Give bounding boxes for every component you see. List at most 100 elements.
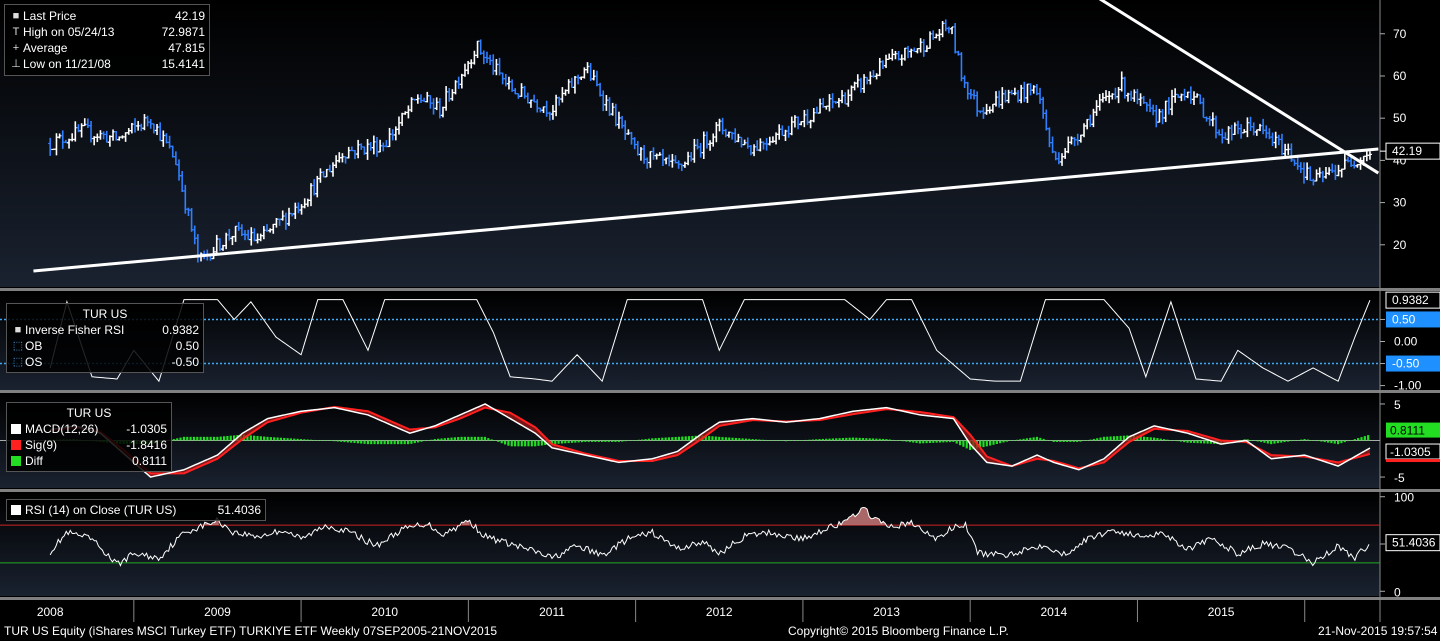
macd-diff-bar [196, 436, 199, 441]
fisher-legend: TUR US ■ Inverse Fisher RSI 0.9382 ⬚ OB 0.50… [6, 303, 204, 373]
macd-diff-bar [470, 436, 473, 441]
macd-diff-bar [758, 439, 761, 441]
macd-diff-label: 0.8111 [1390, 424, 1425, 438]
macd-diff-bar [1270, 440, 1273, 445]
macd-diff-bar [1276, 440, 1279, 444]
macd-diff-bar [179, 437, 182, 441]
last-price-label: 42.19 [1392, 144, 1422, 158]
legend-symbol: ■ [12, 10, 20, 22]
macd-diff-bar [958, 440, 962, 446]
macd-diff-bar [1173, 440, 1176, 441]
macd-diff-bar [597, 440, 600, 442]
macd-diff-bar [293, 438, 296, 441]
macd-diff-bar [296, 438, 299, 441]
macd-diff-bar [1149, 437, 1152, 441]
macd-diff-bar [895, 440, 898, 441]
fisher-legend-row: ⬚ OB 0.50 [11, 338, 199, 354]
macd-diff-bar [517, 440, 520, 447]
macd-diff-bar [1253, 440, 1256, 441]
legend-label: Average [23, 41, 68, 55]
macd-diff-bar [279, 437, 283, 441]
price-legend: ■ Last Price 42.19 T High on 05/24/13 72.987… [4, 4, 210, 76]
macd-diff-bar [898, 440, 901, 441]
macd-diff-bar [249, 435, 252, 441]
legend-label: High on 05/24/13 [23, 25, 115, 39]
macd-diff-bar [420, 440, 423, 442]
macd-diff-bar [671, 437, 674, 441]
macd-diff-bar [684, 436, 687, 441]
legend-symbol: ⬚ [12, 356, 24, 368]
macd-diff-bar [858, 437, 861, 441]
macd-diff-bar [577, 440, 580, 443]
macd-diff-bar [1005, 440, 1008, 442]
macd-diff-bar [530, 440, 533, 447]
macd-diff-bar [1286, 440, 1289, 442]
macd-diff-bar [791, 440, 794, 441]
macd-diff-bar [962, 440, 965, 447]
macd-diff-bar [383, 440, 386, 445]
legend-label: Sig(9) [25, 438, 58, 452]
macd-diff-bar [1273, 440, 1276, 444]
macd-diff-bar [206, 436, 209, 441]
macd-diff-bar [647, 438, 651, 441]
macd-diff-bar [744, 438, 748, 441]
macd-diff-bar [1266, 440, 1269, 444]
macd-diff-bar [1353, 439, 1356, 441]
macd-diff-bar [273, 437, 276, 441]
macd-diff-bar [1196, 440, 1199, 444]
fisher-y-tick-label: 0.00 [1394, 335, 1418, 349]
macd-diff-bar [209, 436, 212, 441]
macd-diff-bar [1062, 440, 1065, 442]
macd-diff-bar [784, 440, 788, 442]
macd-diff-bar [1146, 436, 1149, 441]
macd-diff-bar [838, 438, 841, 441]
x-axis-label: 2012 [706, 605, 733, 619]
fisher-ob-label: 0.50 [1392, 312, 1416, 326]
macd-diff-bar [323, 440, 326, 441]
macd-legend-row: MACD(12,26) -1.0305 [11, 421, 167, 437]
rsi-y-tick-label: 100 [1394, 491, 1414, 505]
macd-diff-bar [1333, 440, 1336, 444]
macd-diff-bar [918, 440, 921, 444]
macd-diff-bar [380, 440, 383, 445]
macd-diff-bar [1002, 440, 1005, 443]
legend-label: OB [25, 339, 43, 353]
footer-right: 21-Nov-2015 19:57:54 [1318, 624, 1438, 638]
macd-diff-bar [343, 440, 346, 443]
macd-diff-bar [641, 439, 644, 441]
macd-diff-bar [999, 440, 1002, 444]
macd-diff-bar [828, 438, 831, 441]
macd-diff-bar [286, 438, 289, 441]
legend-label: Inverse Fisher RSI [25, 323, 125, 337]
macd-diff-bar [1199, 440, 1203, 444]
macd-diff-bar [1303, 439, 1306, 441]
macd-diff-bar [396, 440, 400, 445]
macd-diff-bar [687, 436, 691, 441]
macd-diff-bar [1323, 440, 1326, 443]
macd-diff-bar [1116, 436, 1119, 441]
macd-diff-bar [985, 440, 988, 447]
macd-diff-bar [861, 438, 865, 441]
macd-diff-bar [222, 436, 226, 441]
macd-diff-bar [276, 437, 279, 441]
macd-diff-bar [363, 440, 366, 444]
macd-y-tick-label: 5 [1394, 398, 1401, 412]
macd-diff-bar [480, 436, 483, 441]
x-axis-label: 2015 [1208, 605, 1235, 619]
macd-diff-bar [406, 440, 410, 445]
macd-diff-bar [644, 439, 647, 441]
macd-diff-bar [738, 438, 741, 441]
macd-diff-bar [965, 440, 968, 449]
macd-diff-bar [1166, 439, 1169, 441]
macd-diff-bar [360, 440, 363, 444]
macd-diff-bar [848, 437, 851, 441]
macd-diff-bar [821, 438, 824, 441]
macd-diff-bar [336, 440, 339, 442]
macd-diff-bar [527, 440, 530, 447]
macd-diff-bar [416, 440, 420, 443]
macd-diff-bar [433, 439, 436, 441]
macd-diff-bar [353, 440, 356, 443]
macd-diff-bar [400, 440, 403, 445]
macd-diff-bar [172, 439, 175, 441]
macd-diff-bar [808, 439, 811, 441]
